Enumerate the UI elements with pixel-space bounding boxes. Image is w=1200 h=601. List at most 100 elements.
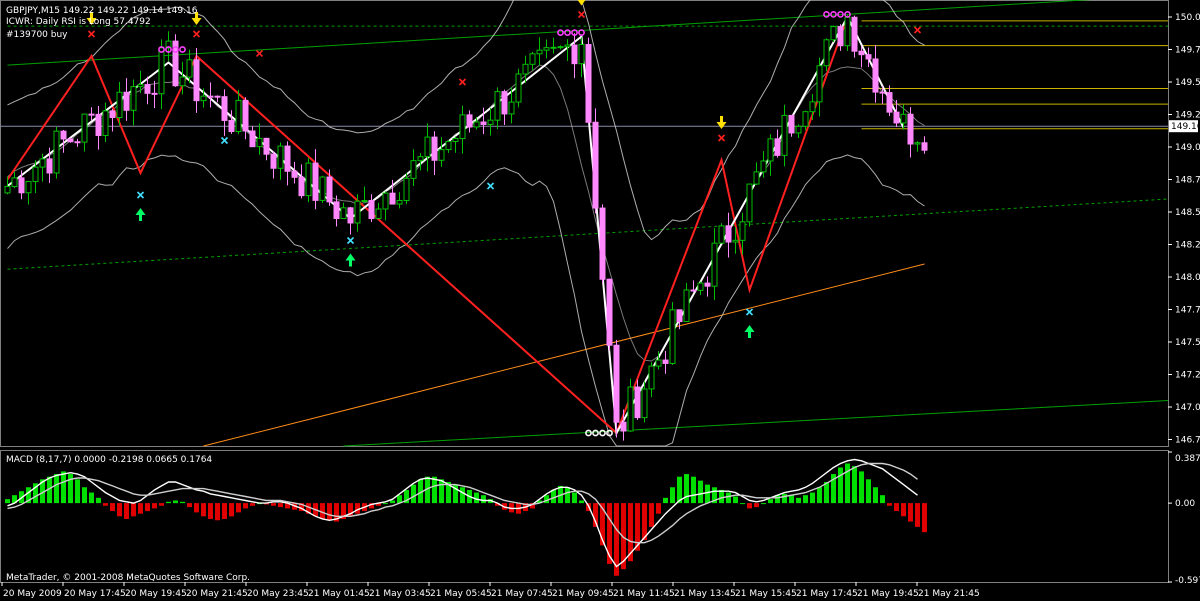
price-tick-label: 149.00 (1175, 143, 1200, 153)
candle-body (914, 142, 921, 145)
macd-panel-frame (0, 450, 1169, 583)
macd-histogram-bar (740, 503, 745, 505)
buy-cross-icon (346, 236, 355, 245)
macd-histogram-bar (649, 503, 654, 527)
candle-body (144, 84, 151, 94)
candle-body (403, 177, 410, 201)
candle-body (809, 101, 816, 113)
candle-body (851, 16, 858, 52)
candle-body (592, 121, 599, 209)
macd-histogram-bar (222, 503, 227, 519)
macd-histogram-bar (61, 471, 66, 504)
pivot-circle-icon (830, 10, 837, 18)
candle-body (494, 91, 501, 121)
metatrader-chart-window[interactable]: 150.00 149.75 149.50 149.25 149.00 148.75 148.… (0, 0, 1200, 601)
candle-body (900, 113, 907, 124)
macd-histogram-bar (187, 503, 192, 508)
macd-histogram-bar (432, 476, 437, 504)
sell-arrow-icon (716, 116, 727, 129)
candle-body (263, 137, 270, 155)
sell-cross-icon (87, 30, 96, 38)
candle-body (130, 86, 137, 111)
macd-histogram-bar (145, 503, 150, 512)
macd-histogram-bar (817, 487, 822, 504)
macd-histogram-bar (215, 503, 220, 521)
candle-body (11, 177, 18, 187)
macd-histogram-bar (656, 503, 661, 514)
candle-body (368, 200, 375, 220)
candle-body (46, 158, 53, 174)
macd-histogram-bar (782, 493, 787, 504)
candle-body (326, 176, 333, 203)
candle-body (158, 47, 165, 95)
macd-tick-label: 0.387 (1175, 454, 1200, 464)
candle-body (739, 221, 746, 241)
candle-body (53, 130, 60, 174)
candle-body (396, 199, 403, 205)
macd-histogram-bar (138, 503, 143, 514)
sell-cross-icon (192, 30, 201, 38)
candle-body (886, 92, 893, 113)
time-tick-label: 21 May 09:45 (552, 589, 614, 599)
macd-histogram-bar (159, 503, 164, 506)
candle-body (788, 114, 795, 134)
candle-body (354, 200, 361, 224)
candle-body (529, 53, 536, 65)
macd-histogram-bar (859, 471, 864, 504)
candle-body (907, 113, 914, 145)
candle-body (95, 113, 102, 136)
candle-body (137, 84, 144, 88)
time-tick-label: 20 May 21:45 (186, 589, 248, 599)
price-tick-label: 150.00 (1175, 13, 1200, 23)
macd-histogram-bar (250, 503, 255, 506)
macd-histogram-bar (761, 503, 766, 505)
time-tick-label: 21 May 21:45 (918, 589, 980, 599)
trend-line (343, 400, 1169, 447)
candles-layer (4, 15, 928, 441)
price-tick-label: 147.25 (1175, 371, 1200, 381)
macd-histogram-bar (75, 479, 80, 504)
candle-body (844, 16, 851, 47)
macd-label: MACD (8,17,7) 0.0000 -0.2198 0.0665 0.17… (6, 455, 212, 465)
candle-body (319, 176, 326, 201)
candle-body (571, 44, 578, 65)
chart-canvas[interactable]: 150.00 149.75 149.50 149.25 149.00 148.75 148.… (0, 0, 1200, 601)
candle-body (291, 170, 298, 178)
candle-body (774, 138, 781, 156)
candle-body (445, 140, 452, 151)
price-tick-label: 147.00 (1175, 403, 1200, 413)
macd-histogram-bar (691, 476, 696, 504)
macd-histogram-bar (96, 497, 101, 504)
candle-body (473, 121, 480, 128)
buy-cross-icon (136, 191, 145, 199)
macd-histogram-bar (117, 503, 122, 517)
macd-histogram-bar (838, 467, 843, 504)
price-tick-label: 148.25 (1175, 241, 1200, 251)
macd-histogram-bar (810, 492, 815, 504)
candle-body (410, 160, 417, 179)
candle-body (452, 138, 459, 142)
macd-histogram-bar (271, 503, 276, 506)
macd-histogram-bar (439, 479, 444, 504)
candle-body (648, 365, 655, 390)
candle-body (179, 76, 186, 87)
time-tick-label: 21 May 11:45 (613, 589, 675, 599)
macd-histogram-bar (901, 503, 906, 517)
candle-body (760, 160, 767, 173)
candle-body (25, 181, 32, 194)
stop-cross-icon (220, 136, 229, 145)
candle-body (627, 386, 634, 432)
candle-body (151, 92, 158, 95)
candle-body (732, 239, 739, 243)
candle-body (116, 91, 123, 119)
macd-histogram-bar (152, 503, 157, 509)
macd-histogram-bar (796, 497, 801, 504)
buy-arrow-icon (135, 208, 146, 221)
price-tick-label: 146.75 (1175, 436, 1200, 446)
macd-histogram-bar (194, 503, 199, 513)
candle-body (256, 137, 263, 148)
stop-cross-icon (913, 26, 922, 34)
candle-body (704, 282, 711, 287)
candle-body (389, 192, 396, 205)
candle-body (515, 73, 522, 103)
